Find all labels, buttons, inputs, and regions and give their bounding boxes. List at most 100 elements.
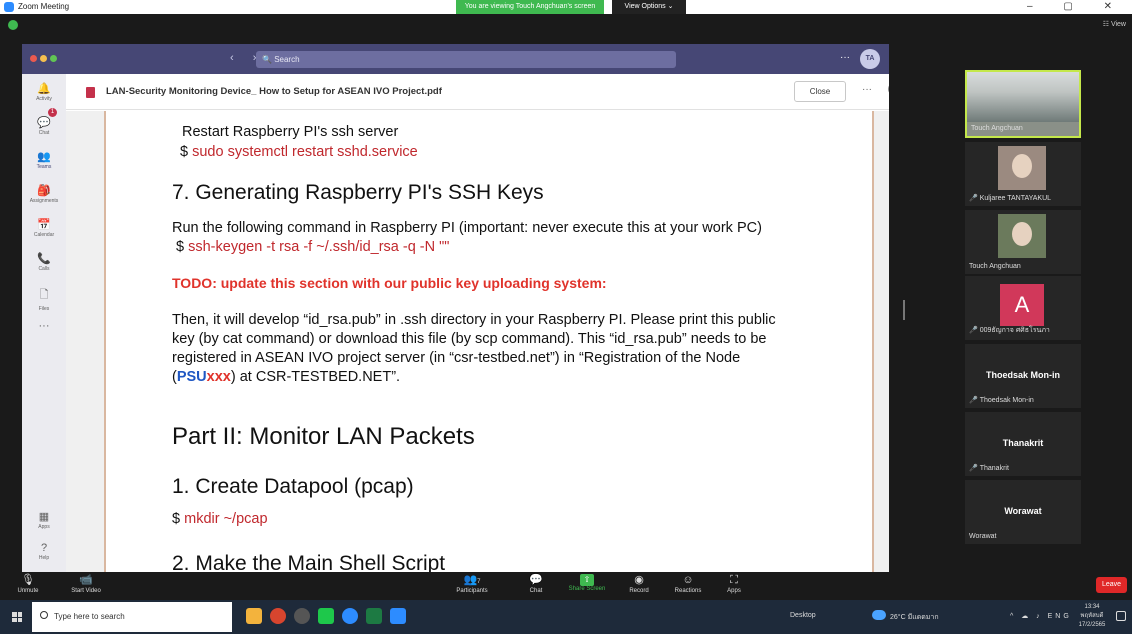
security-shield-icon[interactable] (8, 20, 18, 30)
muted-mic-icon: 🎤 (969, 195, 978, 202)
calendar-icon: 📅 (37, 219, 51, 231)
conversation-icon[interactable] (888, 83, 889, 95)
paragraph-line: (PSUxxx) at CSR-TESTBED.NET”. (172, 369, 401, 385)
section-heading: 1. Create Datapool (pcap) (172, 475, 414, 498)
video-off-icon: 📹 (79, 574, 93, 586)
file-title: LAN-Security Monitoring Device_ How to S… (106, 86, 442, 97)
record-button[interactable]: ◉ Record (626, 572, 652, 594)
reactions-button[interactable]: ☺ Reactions (670, 572, 706, 594)
apps-button[interactable]: ⛶ Apps (724, 572, 744, 594)
clock[interactable]: 13:34 พฤหัสบดี 17/2/2565 (1072, 603, 1112, 630)
close-button[interactable]: Close (794, 81, 846, 102)
participant-name: 🎤 Thoedsak Mon-in (969, 397, 1034, 404)
start-video-button[interactable]: 📹 Start Video (66, 572, 106, 594)
rail-item-teams[interactable]: 👥 Teams (22, 146, 66, 180)
participant-tile[interactable]: 🎤 Kuljaree TANTAYAKUL (965, 142, 1081, 206)
more-options-icon[interactable]: ··· (840, 52, 850, 63)
participant-name: Touch Angchuan (969, 263, 1021, 270)
system-tray[interactable]: ^ ☁ ♪ ENG (1010, 612, 1072, 620)
close-dot-icon[interactable] (30, 55, 37, 62)
part-heading: Part II: Monitor LAN Packets (172, 423, 475, 450)
window-controls[interactable]: – ▢ ✕ (1027, 1, 1126, 12)
apps-icon: ⛶ (730, 574, 738, 586)
restart-text: Restart Raspberry PI's ssh server (182, 124, 399, 140)
rail-item-calendar[interactable]: 📅 Calendar (22, 214, 66, 248)
participant-name: Touch Angchuan (971, 125, 1023, 132)
chrome-icon[interactable] (270, 608, 286, 624)
participant-tile[interactable]: A 🎤 009ธัญกาจ ศศิธโรนภา (965, 276, 1081, 340)
windows-taskbar: Type here to search Desktop 26°C มีแดดมา… (0, 600, 1132, 634)
share-screen-button[interactable]: ⇧ Share Screen (564, 572, 610, 592)
windows-start-icon[interactable] (12, 612, 22, 622)
unmute-button[interactable]: 🎙 Unmute (14, 572, 42, 594)
chat-badge: 1 (48, 108, 57, 117)
avatar[interactable]: TA (860, 49, 880, 69)
chat-icon: 💬 (529, 574, 543, 586)
file-explorer-icon[interactable] (246, 608, 262, 624)
participant-tile[interactable]: Thoedsak Mon-in 🎤 Thoedsak Mon-in (965, 344, 1081, 408)
minimize-dot-icon[interactable] (40, 55, 47, 62)
chat-button[interactable]: 💬 Chat (526, 572, 546, 594)
phone-icon: 📞 (37, 253, 51, 265)
participants-button[interactable]: 👥7 Participants (452, 572, 492, 594)
teams-icon: 👥 (37, 151, 51, 163)
taskbar-search-input[interactable]: Type here to search (32, 602, 232, 632)
maximize-dot-icon[interactable] (50, 55, 57, 62)
muted-mic-icon: 🎙 (21, 574, 35, 586)
settings-icon[interactable] (294, 608, 310, 624)
file-more-icon[interactable]: ··· (862, 84, 872, 95)
file-icon: 🗋 (39, 289, 49, 301)
rail-item-calls[interactable]: 📞 Calls (22, 248, 66, 282)
participants-icon: 👥7 (463, 574, 481, 586)
leave-button[interactable]: Leave (1096, 577, 1127, 593)
video-feed (967, 72, 1079, 122)
rail-item-chat[interactable]: 💬 Chat (22, 112, 66, 146)
browser-icon[interactable] (342, 608, 358, 624)
record-icon: ◉ (634, 574, 644, 586)
window-title: Zoom Meeting (18, 2, 70, 11)
apps-icon: ▦ (38, 511, 50, 523)
participant-tile[interactable]: Touch Angchuan (965, 70, 1081, 138)
participant-name: 🎤 009ธัญกาจ ศศิธโรนภา (969, 327, 1050, 334)
video-feed (998, 146, 1046, 190)
view-options-button[interactable]: View Options ⌄ (612, 0, 686, 14)
search-icon (40, 611, 48, 619)
weather-text[interactable]: 26°C มีแดดมาก (890, 612, 939, 623)
rail-item-assignments[interactable]: 🎒 Assignments (22, 180, 66, 214)
weather-icon[interactable] (872, 610, 886, 620)
desktop-toolbar[interactable]: Desktop (790, 612, 816, 619)
paragraph: Run the following command in Raspberry P… (172, 220, 762, 236)
rail-item-files[interactable]: 🗋 Files (22, 282, 66, 316)
zoom-app-icon (4, 2, 14, 12)
participant-tile[interactable]: Worawat Worawat (965, 480, 1081, 544)
view-button[interactable]: ☷ View (1103, 20, 1126, 28)
teams-search-input[interactable]: 🔍 Search (256, 51, 676, 68)
rail-item-activity[interactable]: 🔔 Activity (22, 78, 66, 112)
notification-icon[interactable] (1116, 611, 1126, 621)
search-placeholder: Search (274, 55, 300, 64)
muted-mic-icon: 🎤 (969, 327, 978, 334)
participant-tile[interactable]: Thanakrit 🎤 Thanakrit (965, 412, 1081, 476)
avatar: A (1000, 284, 1044, 326)
assignments-icon: 🎒 (37, 185, 51, 197)
rail-item-more[interactable]: ··· (22, 316, 66, 350)
rail-item-help[interactable]: ? Help (22, 538, 66, 572)
zoom-icon[interactable] (390, 608, 406, 624)
line-icon[interactable] (318, 608, 334, 624)
participant-display-name: Thanakrit (1002, 438, 1044, 448)
shared-teams-window: ‹ › 🔍 Search ··· TA 🔔 Activity 💬 Chat 👥 Tea… (22, 44, 889, 572)
resize-handle[interactable] (903, 300, 905, 320)
muted-mic-icon: 🎤 (969, 465, 978, 472)
ellipsis-icon: ··· (38, 320, 50, 332)
participant-tile[interactable]: Touch Angchuan (965, 210, 1081, 274)
bell-icon: 🔔 (37, 83, 51, 95)
participant-display-name: Worawat (1004, 506, 1042, 516)
chat-icon: 💬 (37, 117, 51, 129)
excel-icon[interactable] (366, 608, 382, 624)
paragraph-line: registered in ASEAN IVO project server (… (172, 350, 741, 366)
rail-item-apps[interactable]: ▦ Apps (22, 506, 66, 540)
participant-name: 🎤 Thanakrit (969, 465, 1009, 472)
muted-mic-icon: 🎤 (969, 397, 978, 404)
teams-topbar: ‹ › 🔍 Search ··· TA (22, 44, 889, 74)
pdf-page: Restart Raspberry PI's ssh server $ sudo… (104, 111, 874, 572)
